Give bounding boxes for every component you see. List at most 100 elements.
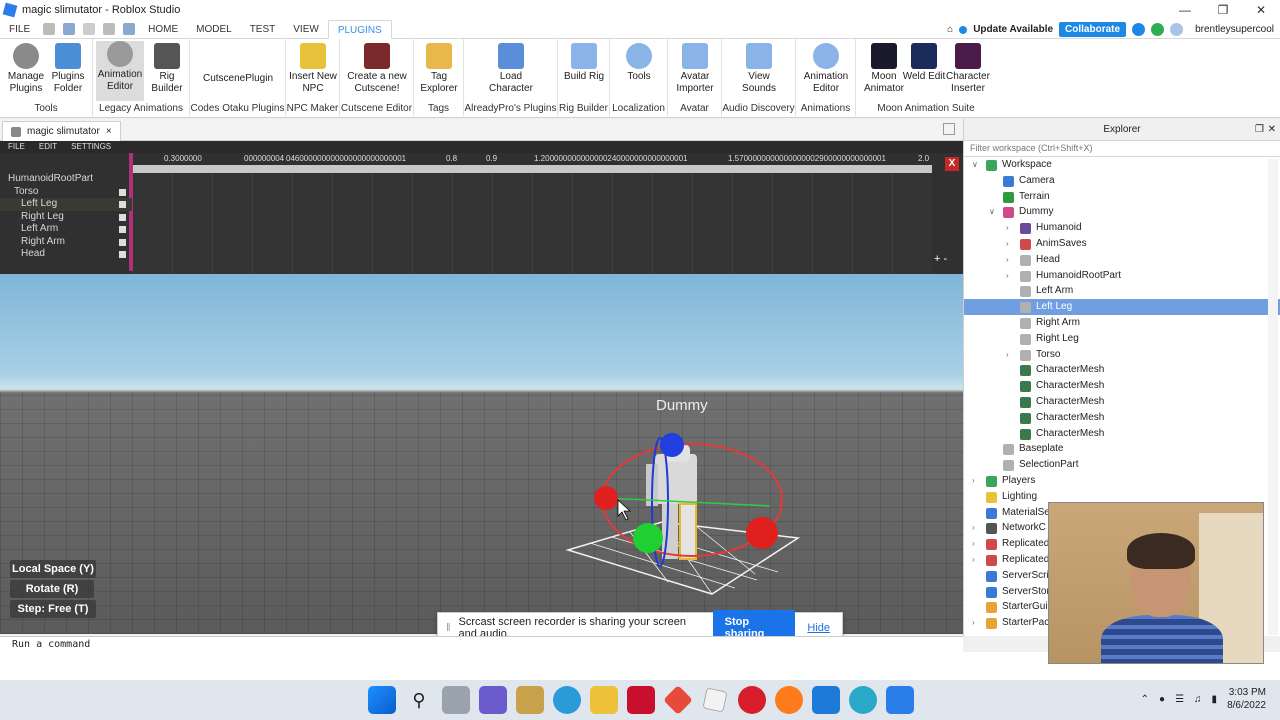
explorer-node[interactable]: CharacterMesh [964, 426, 1280, 442]
edge-icon[interactable] [849, 686, 877, 714]
help-icon[interactable] [1132, 23, 1146, 36]
explorer-scrollbar[interactable] [1268, 159, 1278, 635]
tab-magic-slimutator[interactable]: magic slimutator × [2, 121, 121, 141]
timeline-ruler[interactable]: 0.3000000 000000004 04600000000000000000… [132, 153, 932, 165]
keyframe-grid[interactable] [132, 173, 932, 274]
part-row[interactable]: Right Leg [0, 211, 132, 224]
save-icon[interactable] [103, 23, 116, 35]
explorer-node[interactable]: › HumanoidRootPart [964, 268, 1280, 284]
roblox-icon[interactable] [702, 687, 728, 713]
view-sounds-button[interactable]: View Sounds [735, 43, 783, 95]
load-character-button[interactable]: Load Character [487, 43, 535, 95]
part-row[interactable]: Head [0, 248, 132, 261]
keyframe-toggle[interactable] [119, 226, 126, 233]
open-icon[interactable] [63, 23, 76, 35]
opera-icon[interactable] [738, 686, 766, 714]
microphone-icon[interactable]: ● [1159, 694, 1165, 705]
explorer-node[interactable]: Left Arm [964, 283, 1280, 299]
tab-model[interactable]: MODEL [187, 20, 241, 39]
command-bar[interactable]: Run a command [0, 636, 963, 652]
explorer-node[interactable]: Left Leg [964, 299, 1280, 315]
rotate-button[interactable]: Rotate (R) [10, 580, 94, 598]
collaborate-button[interactable]: Collaborate [1059, 22, 1127, 37]
windows-start-icon[interactable] [368, 686, 396, 714]
roblox-studio-taskbar-icon[interactable] [886, 686, 914, 714]
restore-panel-icon[interactable] [943, 123, 955, 135]
chevron-right-icon[interactable]: › [1006, 268, 1009, 284]
explorer-node[interactable]: ∨ Workspace [964, 157, 1280, 173]
keyframe-toggle[interactable] [119, 251, 126, 258]
animations-editor-button[interactable]: Animation Editor [802, 43, 850, 95]
explorer-node[interactable]: › Torso [964, 347, 1280, 363]
rotate-handle-red-right[interactable] [746, 517, 778, 549]
anim-menu-edit[interactable]: EDIT [39, 141, 57, 153]
roblox-player-icon[interactable] [663, 685, 693, 715]
weld-edit-button[interactable]: Weld Edit [900, 43, 948, 83]
tab-test[interactable]: TEST [241, 20, 285, 39]
undo-icon[interactable] [123, 23, 136, 35]
firefox-icon[interactable] [775, 686, 803, 714]
part-row[interactable]: Left Leg [0, 198, 132, 211]
vscode-icon[interactable] [812, 686, 840, 714]
timeline-zoom[interactable]: + - [934, 253, 947, 265]
keyframe-toggle[interactable] [119, 213, 126, 221]
character-inserter-button[interactable]: Character Inserter [944, 43, 992, 95]
tab-home[interactable]: HOME [139, 20, 187, 39]
chevron-right-icon[interactable]: › [1006, 236, 1009, 252]
explorer-node[interactable]: CharacterMesh [964, 394, 1280, 410]
new-file-icon[interactable] [43, 23, 56, 35]
dummy-left-leg[interactable] [679, 503, 697, 560]
cutscene-plugin-button[interactable]: CutscenePlugin [200, 73, 276, 85]
explorer-node[interactable]: Camera [964, 173, 1280, 189]
animation-editor-button[interactable]: Animation Editor [96, 41, 144, 101]
step-free-button[interactable]: Step: Free (T) [10, 600, 96, 618]
chevron-right-icon[interactable]: › [1006, 347, 1009, 363]
status-icon[interactable] [1151, 23, 1165, 36]
mcafee-icon[interactable] [627, 686, 655, 714]
close-button[interactable]: ✕ [1242, 0, 1280, 20]
anim-menu-settings[interactable]: SETTINGS [71, 141, 111, 153]
local-space-button[interactable]: Local Space (Y) [10, 560, 96, 578]
explorer-node[interactable]: CharacterMesh [964, 362, 1280, 378]
manage-plugins-button[interactable]: Manage Plugins [2, 43, 50, 95]
minimize-button[interactable]: — [1166, 0, 1204, 20]
username[interactable]: brentleysupercool [1195, 24, 1274, 35]
restore-icon[interactable]: ❐ [1255, 119, 1264, 141]
part-row[interactable]: Torso [0, 186, 132, 199]
tab-plugins[interactable]: PLUGINS [327, 19, 392, 39]
store-icon[interactable] [516, 686, 544, 714]
chevron-right-icon[interactable]: › [972, 552, 975, 568]
explorer-node[interactable]: CharacterMesh [964, 378, 1280, 394]
command-input[interactable]: Run a command [12, 639, 90, 650]
anim-editor-close-button[interactable]: X [945, 157, 959, 171]
share-icon[interactable] [1170, 23, 1184, 36]
explorer-node[interactable]: Baseplate [964, 441, 1280, 457]
close-icon[interactable]: ✕ [1268, 119, 1276, 141]
anim-menu-file[interactable]: FILE [8, 141, 25, 153]
chevron-down-icon[interactable]: ∨ [972, 157, 978, 173]
chevron-up-icon[interactable]: ⌃ [1141, 694, 1149, 705]
network-icon[interactable]: ☰ [1175, 694, 1184, 705]
explorer-node[interactable]: › Head [964, 252, 1280, 268]
explorer-node[interactable]: CharacterMesh [964, 410, 1280, 426]
avatar-importer-button[interactable]: Avatar Importer [671, 43, 719, 95]
explorer-node[interactable]: Right Leg [964, 331, 1280, 347]
drag-handle-icon[interactable]: ‖ [446, 622, 451, 634]
task-view-icon[interactable] [442, 686, 470, 714]
explorer-node[interactable]: › Players [964, 473, 1280, 489]
tab-view[interactable]: VIEW [284, 20, 328, 39]
part-row[interactable]: Left Arm [0, 223, 132, 236]
tab-file[interactable]: FILE [0, 20, 39, 39]
home-icon[interactable]: ⌂ [947, 24, 953, 35]
chevron-down-icon[interactable]: ∨ [989, 204, 995, 220]
redo-icon[interactable] [83, 23, 96, 35]
rotate-handle-green[interactable] [633, 523, 663, 553]
explorer-node[interactable]: › Humanoid [964, 220, 1280, 236]
tag-explorer-button[interactable]: Tag Explorer [415, 43, 463, 95]
rotate-handle-blue[interactable] [660, 433, 684, 457]
explorer-node[interactable]: ∨ Dummy [964, 204, 1280, 220]
clock[interactable]: 3:03 PM 8/6/2022 [1227, 686, 1266, 712]
search-icon[interactable]: ⚲ [405, 686, 433, 714]
build-rig-button[interactable]: Build Rig [560, 43, 608, 83]
chat-icon[interactable] [479, 686, 507, 714]
